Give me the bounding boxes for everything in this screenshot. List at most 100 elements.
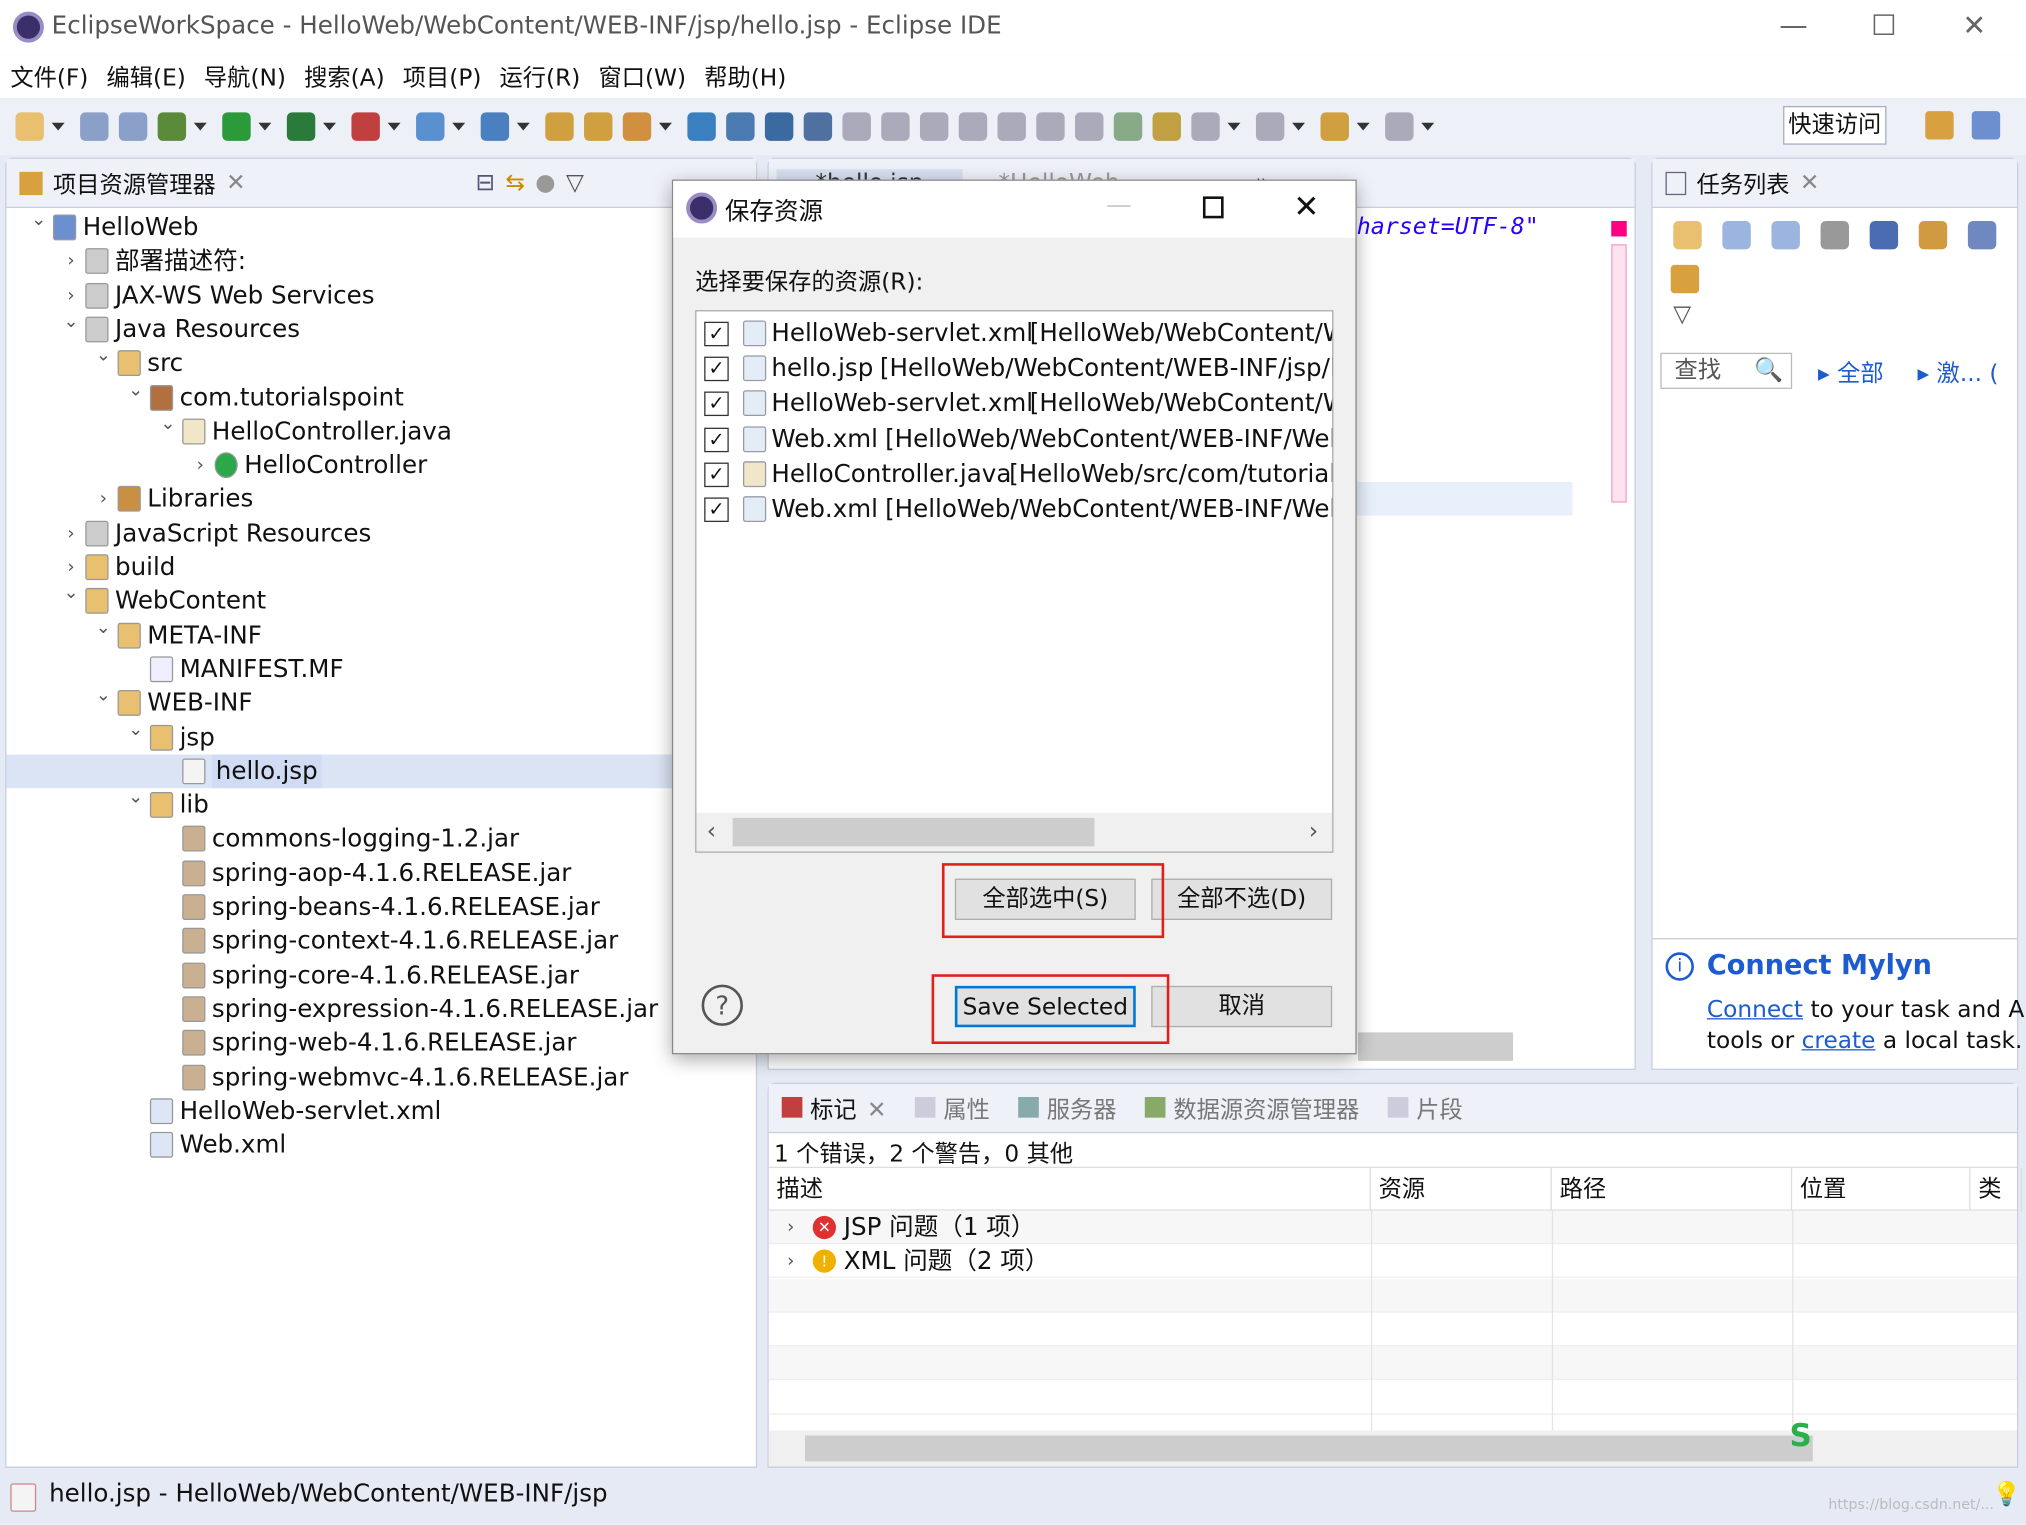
menu-item[interactable]: 运行(R) — [500, 59, 581, 93]
tree-item[interactable]: ⌄ META-INF — [6, 617, 730, 652]
checkbox[interactable]: ✓ — [704, 321, 729, 347]
menu-item[interactable]: 帮助(H) — [704, 59, 786, 93]
dropdown-arrow-icon[interactable] — [658, 122, 672, 131]
list-horizontal-scrollbar[interactable]: ‹ › — [696, 812, 1333, 852]
column-header[interactable]: 位置 — [1792, 1168, 1971, 1212]
tree-item[interactable]: MANIFEST.MF — [6, 652, 730, 686]
dropdown-arrow-icon[interactable] — [1421, 122, 1435, 131]
deselect-all-button[interactable]: 全部不选(D) — [1151, 878, 1333, 920]
dropdown-arrow-icon[interactable] — [1356, 122, 1370, 131]
tree-item[interactable]: spring-beans-4.1.6.RELEASE.jar — [6, 890, 730, 924]
tree-item[interactable]: ⌄ WEB-INF — [6, 685, 730, 720]
suspend-icon[interactable] — [881, 112, 910, 141]
ime-icon[interactable]: S — [1790, 1417, 1826, 1453]
minimize-button[interactable]: — — [1764, 8, 1823, 47]
tree-item[interactable]: ⌄ WebContent — [6, 583, 730, 618]
chevron-down-icon[interactable]: ⌄ — [127, 373, 145, 407]
checkbox[interactable]: ✓ — [704, 356, 729, 382]
skip-breakpoints-icon[interactable] — [803, 112, 833, 141]
task-list-tab[interactable]: 任务列表 ✕ — [1652, 158, 2017, 209]
tree-item[interactable]: › 部署描述符: — [6, 245, 730, 279]
tree-item[interactable]: commons-logging-1.2.jar — [6, 822, 730, 856]
bottom-tab[interactable]: 片段 — [1387, 1091, 1463, 1125]
dropdown-arrow-icon[interactable] — [51, 122, 65, 131]
close-tab-icon[interactable]: ✕ — [1800, 169, 1820, 196]
view-menu-icon[interactable]: ▽ — [566, 169, 584, 196]
dropdown-arrow-icon[interactable] — [516, 122, 530, 131]
error-marker-icon[interactable] — [1611, 220, 1627, 237]
task-repository-icon[interactable] — [1670, 264, 1700, 294]
tree-item[interactable]: Web.xml — [6, 1128, 730, 1162]
tree-item[interactable]: HelloWeb-servlet.xml — [6, 1094, 730, 1128]
tree-item[interactable]: ⌄ jsp — [6, 719, 730, 754]
quick-access-input[interactable]: 快速访问 — [1783, 105, 1887, 145]
tree-item[interactable]: ⌄ Java Resources — [6, 311, 730, 347]
chevron-down-icon[interactable]: ⌄ — [94, 679, 112, 713]
tree-item[interactable]: ⌄ HelloWeb — [6, 209, 730, 245]
new-task-icon[interactable] — [1673, 220, 1702, 250]
chevron-right-icon[interactable]: › — [94, 482, 112, 516]
scheduled-icon[interactable] — [1771, 220, 1800, 250]
debug-icon[interactable] — [157, 112, 187, 141]
dialog-close-button[interactable]: ✕ — [1293, 189, 1319, 225]
tree-item[interactable]: ⌄ lib — [6, 787, 730, 822]
run-icon[interactable] — [222, 112, 251, 141]
tree-item[interactable]: ⌄ src — [6, 345, 730, 381]
open-perspective-icon[interactable] — [1925, 111, 1954, 140]
focus-icon[interactable] — [1869, 220, 1899, 250]
checkbox[interactable]: ✓ — [704, 497, 729, 523]
back-icon[interactable] — [1320, 112, 1349, 141]
tree-item[interactable]: ⌄ HelloController.java — [6, 413, 730, 449]
close-tab-icon[interactable]: ✕ — [867, 1096, 887, 1123]
tree-item[interactable]: hello.jsp — [6, 754, 731, 788]
close-tab-icon[interactable]: ✕ — [226, 169, 246, 196]
new-server-icon[interactable] — [416, 112, 445, 141]
tree-item[interactable]: spring-context-4.1.6.RELEASE.jar — [6, 924, 730, 958]
categorized-icon[interactable] — [1722, 220, 1751, 250]
external-tools-icon[interactable] — [351, 112, 380, 141]
column-header[interactable]: 类型 — [1970, 1168, 2023, 1247]
chevron-right-icon[interactable]: › — [62, 245, 80, 279]
task-find-input[interactable]: 查找 🔍 — [1660, 352, 1793, 389]
dropdown-arrow-icon[interactable] — [1292, 122, 1306, 131]
collapse-all-icon[interactable]: ⊟ — [476, 169, 496, 196]
bottom-tab[interactable]: 属性 — [914, 1091, 990, 1125]
chevron-right-icon[interactable]: › — [782, 1245, 800, 1279]
overview-ruler[interactable] — [1611, 244, 1627, 503]
create-link[interactable]: create — [1802, 1027, 1876, 1054]
search-icon[interactable] — [726, 112, 755, 141]
bottom-tab[interactable]: 标记 ✕ — [781, 1091, 887, 1125]
new-icon[interactable] — [15, 112, 44, 141]
chevron-right-icon[interactable]: › — [191, 448, 209, 482]
tree-item[interactable]: ⌄ com.tutorialspoint — [6, 379, 730, 415]
coverage-icon[interactable] — [286, 112, 316, 141]
connect-link[interactable]: Connect — [1707, 996, 1803, 1023]
globe-icon[interactable] — [687, 112, 716, 141]
menu-item[interactable]: 文件(F) — [10, 59, 88, 93]
dropdown-arrow-icon[interactable] — [258, 122, 272, 131]
checkbox[interactable]: ✓ — [704, 392, 729, 417]
chevron-down-icon[interactable]: ⌄ — [62, 577, 80, 611]
hide-completed-icon[interactable] — [1820, 220, 1849, 250]
bottom-tab[interactable]: 服务器 — [1018, 1091, 1116, 1125]
next-annotation-icon[interactable] — [1191, 112, 1220, 141]
tree-item[interactable]: › build — [6, 550, 730, 584]
dropdown-arrow-icon[interactable] — [193, 122, 207, 131]
step-return-icon[interactable] — [1075, 112, 1104, 141]
step-into-icon[interactable] — [997, 112, 1026, 141]
annotation-next-icon[interactable] — [1152, 112, 1181, 141]
new-class-icon[interactable] — [480, 112, 510, 141]
dropdown-arrow-icon[interactable] — [387, 122, 401, 131]
tree-item[interactable]: › Libraries — [6, 482, 730, 516]
menu-item[interactable]: 项目(P) — [403, 59, 482, 93]
menu-item[interactable]: 导航(N) — [204, 59, 286, 93]
tree-item[interactable]: spring-expression-4.1.6.RELEASE.jar — [6, 992, 730, 1026]
column-header[interactable]: 描述 — [769, 1168, 1371, 1212]
java-ee-perspective-icon[interactable] — [1971, 111, 2001, 140]
collapse-icon[interactable] — [1967, 220, 1997, 250]
link-editor-icon[interactable]: ⇆ — [505, 169, 525, 196]
tree-item[interactable]: spring-core-4.1.6.RELEASE.jar — [6, 958, 730, 992]
step-over-icon[interactable] — [1036, 112, 1065, 141]
tree-item[interactable]: spring-aop-4.1.6.RELEASE.jar — [6, 856, 730, 890]
save-all-icon[interactable] — [118, 112, 148, 141]
